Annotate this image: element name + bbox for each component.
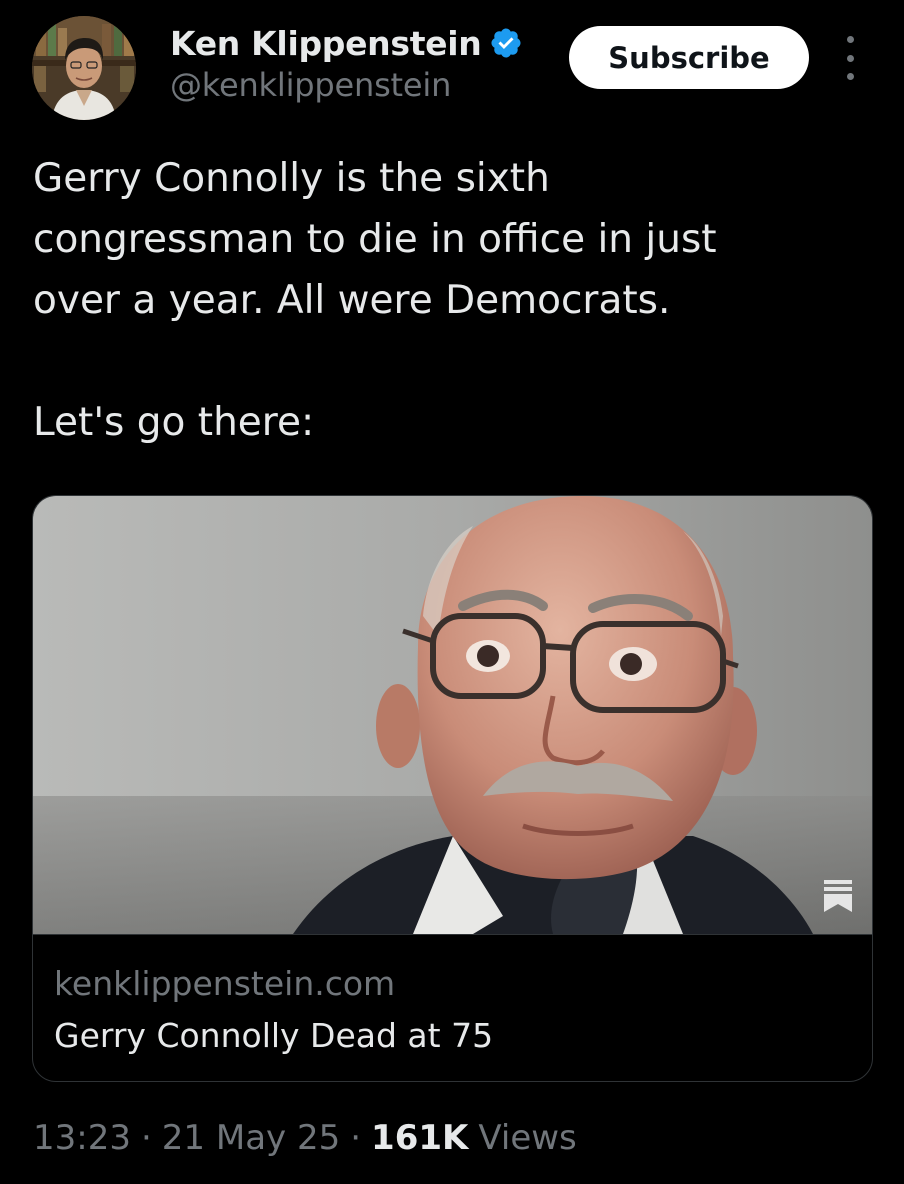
article-photo[interactable] bbox=[33, 496, 872, 935]
verified-badge-icon[interactable] bbox=[489, 26, 523, 60]
author-display-name[interactable]: Ken Klippenstein bbox=[170, 24, 482, 63]
tweet-header: Ken Klippenstein @kenklippenstein Subscr… bbox=[32, 14, 872, 124]
author-avatar[interactable] bbox=[32, 16, 136, 120]
author-handle[interactable]: @kenklippenstein bbox=[170, 66, 523, 104]
tweet-meta: 13:23 · 21 May 25 · 161K Views bbox=[33, 1118, 577, 1158]
link-card-title: Gerry Connolly Dead at 75 bbox=[54, 1016, 494, 1055]
more-dot bbox=[846, 36, 854, 43]
more-vertical-icon[interactable] bbox=[838, 36, 862, 80]
meta-separator: · bbox=[140, 1118, 152, 1158]
views-count: 161K bbox=[371, 1118, 469, 1158]
substack-icon bbox=[822, 878, 854, 914]
more-dot bbox=[846, 54, 854, 62]
tweet-text: Gerry Connolly is the sixth congressman … bbox=[33, 156, 717, 445]
author-name-row: Ken Klippenstein bbox=[170, 22, 523, 64]
author-info: Ken Klippenstein @kenklippenstein bbox=[170, 22, 523, 104]
tweet-date[interactable]: 21 May 25 bbox=[162, 1118, 340, 1158]
tweet-time[interactable]: 13:23 bbox=[33, 1118, 131, 1158]
views-label: Views bbox=[478, 1118, 577, 1158]
more-dot bbox=[846, 73, 854, 80]
link-card[interactable]: kenklippenstein.com Gerry Connolly Dead … bbox=[32, 495, 873, 1082]
link-card-domain: kenklippenstein.com bbox=[54, 964, 396, 1003]
meta-separator: · bbox=[350, 1118, 362, 1158]
subscribe-button[interactable]: Subscribe bbox=[569, 26, 809, 89]
